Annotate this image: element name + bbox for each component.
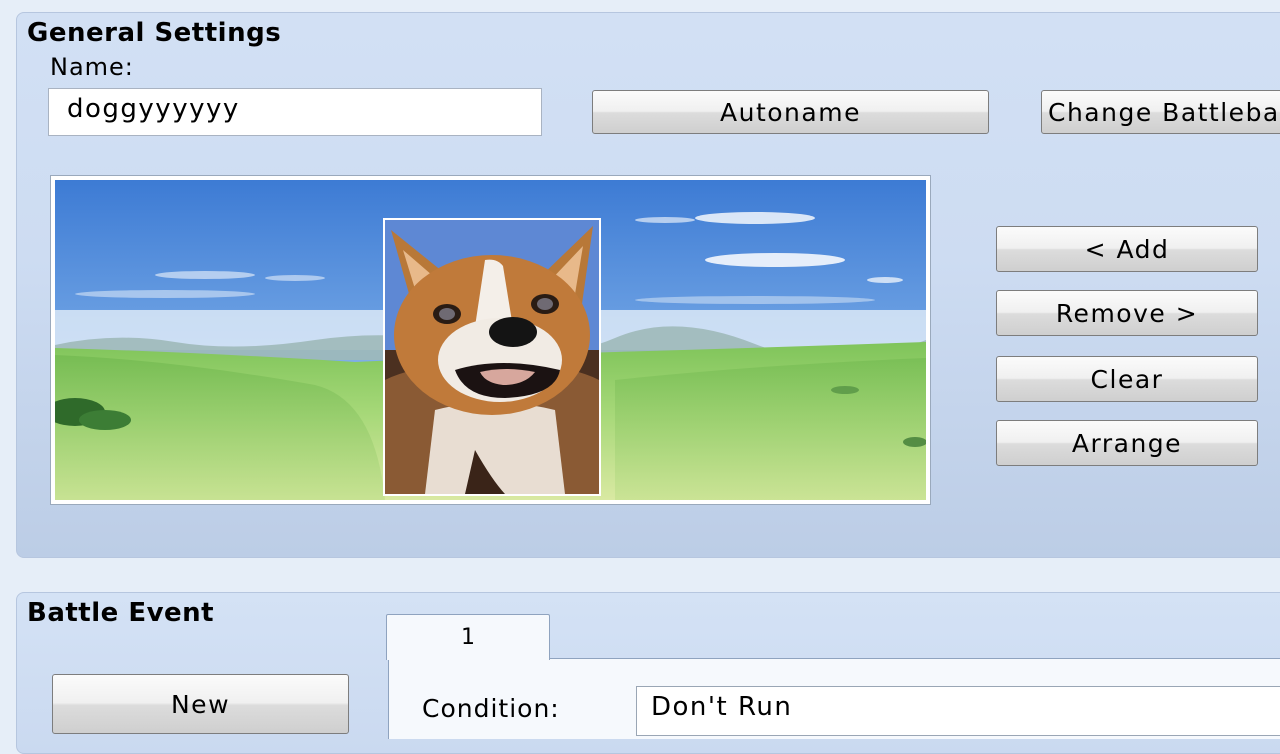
- tab-1[interactable]: 1: [386, 614, 550, 660]
- arrange-button[interactable]: Arrange: [996, 420, 1258, 466]
- new-event-button[interactable]: New: [52, 674, 349, 734]
- battle-event-title: Battle Event: [27, 598, 215, 628]
- corgi-dog-sprite: [385, 220, 599, 494]
- change-battleback-button[interactable]: Change Battleback: [1041, 90, 1280, 134]
- enemy-sprite-frame[interactable]: [383, 218, 601, 496]
- name-label: Name:: [50, 53, 134, 81]
- remove-enemy-button[interactable]: Remove >: [996, 290, 1258, 336]
- battle-preview: [50, 175, 931, 505]
- name-input[interactable]: doggyyyyyy: [48, 88, 542, 136]
- clear-button[interactable]: Clear: [996, 356, 1258, 402]
- general-settings-title: General Settings: [27, 18, 282, 48]
- condition-field[interactable]: Don't Run: [636, 686, 1280, 736]
- preview-canvas: [55, 180, 926, 500]
- autoname-button[interactable]: Autoname: [592, 90, 989, 134]
- add-enemy-button[interactable]: < Add: [996, 226, 1258, 272]
- condition-label: Condition:: [422, 694, 560, 723]
